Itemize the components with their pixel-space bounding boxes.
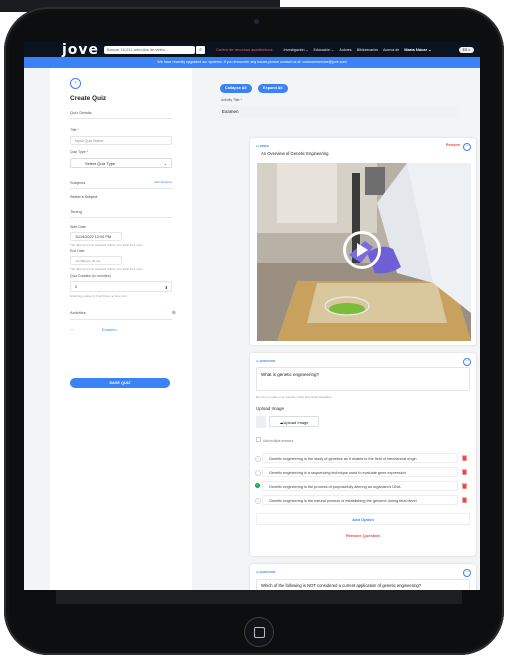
subject-value[interactable]: Select a Subject: [70, 195, 172, 199]
chevron-down-icon: ⌄: [163, 161, 167, 166]
end-date-help: The date and time selected reflect your …: [70, 267, 144, 271]
collapse-all-button[interactable]: Collapse All: [220, 84, 252, 93]
collapse-toggle-icon[interactable]: ⌃: [463, 143, 471, 151]
activity-title-label: Activity Title *: [221, 98, 242, 102]
subjects-heading: Subjects: [70, 180, 86, 185]
answer-radio[interactable]: [255, 498, 261, 504]
video-card: ▭ VIDEO An Overview of Genetic Engineeri…: [250, 138, 476, 345]
system-banner: We have recently upgraded our systems. I…: [24, 57, 480, 68]
timing-heading: Timing: [70, 209, 172, 218]
nav-academic-center[interactable]: Centro de recursos académicos: [216, 47, 272, 52]
upload-image-heading: Upload Image: [256, 406, 285, 411]
activities-heading: Activities: [70, 310, 86, 315]
collapse-toggle-icon[interactable]: ⌃: [463, 569, 471, 577]
edit-subjects-link[interactable]: Edit Subjects: [154, 180, 172, 185]
add-activity-icon[interactable]: ⊕: [172, 310, 176, 316]
duration-label: Quiz Duration (in minutes): [70, 274, 111, 278]
start-date-help: The date and time selected reflect your …: [70, 243, 144, 247]
language-toggle[interactable]: ES ◐: [459, 46, 474, 53]
play-icon[interactable]: [343, 231, 381, 269]
trash-icon[interactable]: [462, 469, 467, 475]
question-card-2: ▭ QUESTION ⌃ Which of the following is N…: [250, 564, 476, 590]
multiple-answers-toggle[interactable]: Add multiple answers: [256, 437, 293, 443]
user-menu[interactable]: María Núcar ⌄: [404, 47, 431, 52]
save-quiz-button[interactable]: SAVE QUIZ: [70, 378, 170, 388]
activity-title-input[interactable]: Examen: [220, 106, 458, 118]
activity-item[interactable]: ⋯ Examen: [70, 327, 172, 332]
activities-row: Activities ⊕: [70, 310, 176, 320]
top-nav: jove Buscar 16,011 artículos de video...…: [24, 42, 480, 58]
question-hint: Be sure to make your question clear and …: [256, 395, 332, 399]
collapse-toggle-icon[interactable]: ⌃: [463, 358, 471, 366]
checkbox-icon[interactable]: [256, 437, 261, 442]
nav-item-about[interactable]: Acerca de: [383, 48, 399, 52]
video-title: An Overview of Genetic Engineering: [261, 151, 329, 156]
quiz-sidebar: ‹ Create Quiz Quiz Details Title * Input…: [50, 68, 192, 590]
duration-value: 0: [75, 285, 78, 289]
quiz-title-input[interactable]: Input Quiz Name: [70, 136, 172, 145]
answer-radio[interactable]: [255, 456, 261, 462]
nav-item-librarians[interactable]: Bibliotecarios: [357, 48, 378, 52]
quiz-details-heading: Quiz Details: [70, 110, 172, 119]
screen-bottom-bezel: [56, 590, 462, 604]
answer-radio[interactable]: [255, 470, 261, 476]
answer-option[interactable]: Genetic engineering is a sequencing tech…: [262, 467, 458, 477]
quiz-editor: Collapse All Expand All Activity Title *…: [219, 68, 477, 590]
search-input[interactable]: Buscar 16,011 artículos de video...: [104, 45, 196, 54]
quiz-type-value: Select Quiz Type: [85, 161, 116, 166]
question-tag: ▭ QUESTION: [256, 359, 276, 363]
end-date-label: End Date: [70, 249, 85, 253]
upload-image-button[interactable]: ☁Upload Image: [269, 416, 319, 427]
correct-answer-icon[interactable]: ✓: [255, 483, 260, 488]
question-tag: ▭ QUESTION: [256, 570, 276, 574]
answer-option[interactable]: Genetic engineering is the study of gene…: [262, 453, 458, 463]
question-input[interactable]: What is genetic engineering?: [256, 367, 470, 391]
add-option-button[interactable]: Add Option: [256, 513, 470, 525]
end-date-input[interactable]: mm/dd/yyyy hh:mm: [70, 256, 122, 265]
start-date-input[interactable]: 11/14/2022 12:00 PM: [70, 232, 122, 241]
nav-item-authors[interactable]: Autores: [339, 48, 351, 52]
image-thumbnail: [256, 416, 266, 428]
trash-icon[interactable]: [462, 483, 467, 489]
remove-video-link[interactable]: Remove: [446, 143, 460, 147]
subjects-row: Subjects Edit Subjects: [70, 180, 172, 189]
answer-option[interactable]: Genetic engineering is the natural proce…: [262, 495, 458, 505]
trash-icon[interactable]: [462, 455, 467, 461]
start-date-label: Start Date: [70, 225, 86, 229]
jove-logo[interactable]: jove: [62, 42, 99, 58]
answer-option[interactable]: Genetic engineering is the process of pu…: [262, 481, 458, 491]
expand-controls: Collapse All Expand All: [220, 76, 290, 94]
question-input[interactable]: Which of the following is NOT considered…: [256, 579, 470, 590]
home-square-icon: [253, 626, 265, 638]
nav-item-research[interactable]: Investigación ⌄: [284, 48, 309, 52]
screen: jove Buscar 16,011 artículos de video...…: [24, 42, 480, 590]
duration-input[interactable]: 0 ⬍: [70, 281, 172, 292]
expand-all-button[interactable]: Expand All: [258, 84, 288, 93]
question-card: ▭ QUESTION ⌃ What is genetic engineering…: [250, 353, 476, 556]
camera-icon: [254, 19, 259, 24]
activity-name: Examen: [102, 327, 117, 332]
quiz-type-label: Quiz Type *: [70, 150, 89, 154]
chevron-left-icon[interactable]: ‹: [70, 78, 81, 89]
video-tag: ▭ VIDEO: [256, 144, 270, 148]
page-title: Create Quiz: [70, 95, 107, 102]
quiz-type-select[interactable]: Select Quiz Type ⌄: [70, 158, 172, 168]
home-button[interactable]: [244, 617, 274, 647]
remove-question-link[interactable]: Remove Question: [250, 533, 476, 538]
video-player[interactable]: [257, 163, 471, 341]
title-label: Title *: [70, 128, 79, 132]
duration-help: Entering a value of 0 will have no time …: [70, 294, 127, 298]
nav-item-education[interactable]: Educación ⌄: [314, 48, 335, 52]
drag-handle-icon[interactable]: ⋯: [70, 327, 74, 332]
search-icon[interactable]: ⌕: [196, 45, 206, 54]
stepper-icon[interactable]: ⬍: [165, 282, 168, 291]
trash-icon[interactable]: [462, 497, 467, 503]
